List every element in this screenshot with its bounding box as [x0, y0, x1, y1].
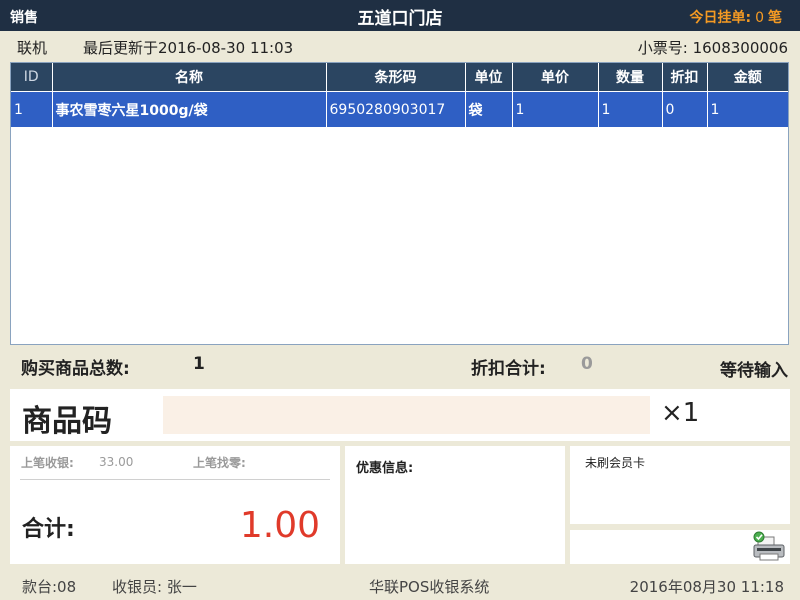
- cell-discount: 0: [662, 91, 708, 127]
- total-items-value: 1: [193, 354, 205, 374]
- quantity-multiplier: ×1: [661, 398, 700, 428]
- product-code-input[interactable]: [163, 396, 650, 434]
- divider: [20, 479, 330, 480]
- receipt-label: 小票号:: [637, 39, 688, 57]
- register-number: 款台:08: [22, 578, 77, 596]
- discount-total-value: 0: [581, 354, 593, 374]
- column-header-id[interactable]: ID: [11, 63, 53, 92]
- pending-orders-count: 0: [755, 10, 764, 26]
- cell-amount: 1: [707, 91, 788, 127]
- column-header-barcode[interactable]: 条形码: [326, 63, 466, 92]
- last-received-label: 上笔收银:: [21, 456, 74, 470]
- cell-id: 1: [11, 91, 53, 127]
- last-received-value: 33.00: [99, 455, 134, 469]
- cell-price: 1: [512, 91, 599, 127]
- member-card-status: 未刷会员卡: [585, 456, 646, 470]
- pending-orders-unit: 笔: [768, 10, 782, 26]
- cell-name: 事农雪枣六星1000g/袋: [52, 91, 327, 127]
- receipt-value: 1608300006: [692, 39, 788, 57]
- column-header-qty[interactable]: 数量: [598, 63, 663, 92]
- last-update: 最后更新于2016-08-30 11:03: [83, 39, 294, 57]
- pending-orders[interactable]: 今日挂单: 0 笔: [689, 7, 782, 27]
- cell-qty: 1: [598, 91, 663, 127]
- sum-value: 1.00: [239, 505, 320, 546]
- sum-label: 合计:: [22, 517, 75, 542]
- footer-datetime: 2016年08月30 11:18: [629, 578, 784, 596]
- cell-unit: 袋: [465, 91, 513, 127]
- column-header-amount[interactable]: 金额: [707, 63, 788, 92]
- product-code-label: 商品码: [22, 404, 112, 439]
- column-header-name[interactable]: 名称: [52, 63, 327, 92]
- online-status: 联机: [17, 39, 48, 57]
- system-name: 华联POS收银系统: [369, 578, 490, 596]
- promo-label: 优惠信息:: [356, 461, 414, 476]
- table-header: ID 名称 条形码 单位 单价 数量 折扣 金额: [11, 63, 788, 92]
- status-text: 等待输入: [720, 361, 788, 381]
- column-header-price[interactable]: 单价: [512, 63, 599, 92]
- pending-orders-label: 今日挂单:: [689, 10, 752, 26]
- column-header-discount[interactable]: 折扣: [662, 63, 708, 92]
- store-name: 五道口门店: [357, 9, 443, 29]
- cashier-name: 收银员: 张一: [112, 578, 197, 596]
- table-row[interactable]: 1 事农雪枣六星1000g/袋 6950280903017 袋 1 1 0 1: [11, 91, 788, 127]
- total-items-label: 购买商品总数:: [21, 359, 130, 379]
- items-table[interactable]: ID 名称 条形码 单位 单价 数量 折扣 金额 1 事农雪枣六星1000g/袋…: [10, 62, 789, 345]
- cell-barcode: 6950280903017: [326, 91, 466, 127]
- receipt-number: 小票号: 1608300006: [638, 37, 788, 58]
- discount-total-label: 折扣合计:: [471, 359, 546, 379]
- last-change-label: 上笔找零:: [193, 456, 246, 470]
- column-header-unit[interactable]: 单位: [465, 63, 513, 92]
- printer-icon[interactable]: [752, 531, 786, 563]
